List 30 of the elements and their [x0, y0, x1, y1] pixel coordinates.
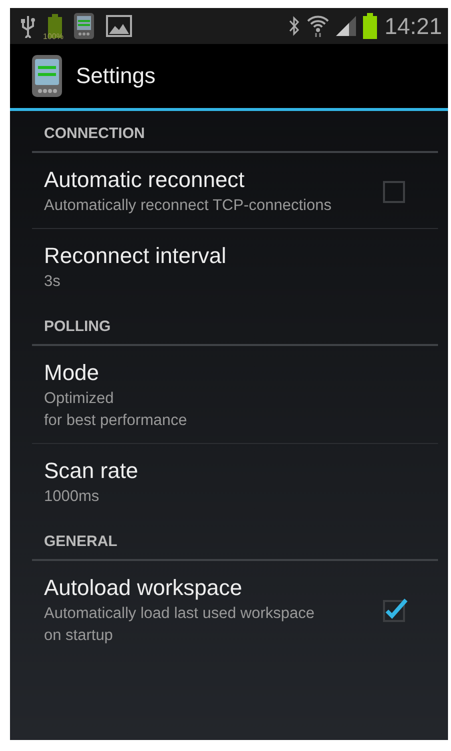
setting-summary: 3s: [44, 272, 62, 292]
app-notification-icon: [74, 13, 94, 39]
category-header: GENERAL: [32, 519, 438, 561]
category-header: POLLING: [32, 304, 438, 346]
settings-item[interactable]: Reconnect interval 3s: [32, 229, 438, 304]
setting-title: Reconnect interval: [44, 242, 228, 270]
checkbox[interactable]: [382, 178, 408, 204]
setting-title: Mode: [44, 359, 100, 387]
setting-title: Automatic reconnect: [44, 166, 246, 194]
image-icon: [106, 15, 132, 37]
category-header: CONNECTION: [32, 111, 438, 153]
settings-item[interactable]: Automatic reconnect Automatically reconnect TCP-connections: [32, 153, 438, 229]
setting-title: Autoload workspace: [44, 574, 244, 602]
usb-icon: [20, 14, 36, 38]
battery-icon: [363, 13, 378, 39]
setting-title: Scan rate: [44, 457, 140, 485]
setting-summary: Automatically reconnect TCP-connections: [44, 196, 332, 216]
settings-item[interactable]: Autoload workspace Automatically load last used workspace on startup: [32, 561, 438, 658]
settings-item[interactable]: Scan rate 1000ms: [32, 444, 438, 519]
wifi-icon: [307, 15, 330, 37]
checked-checkbox[interactable]: [382, 597, 408, 623]
setting-summary: 1000ms: [44, 487, 100, 507]
signal-icon: [336, 16, 356, 36]
bluetooth-icon: [288, 15, 300, 37]
setting-summary: Optimized for best performance: [44, 389, 188, 431]
settings-item[interactable]: Mode Optimized for best performance: [32, 346, 438, 444]
clock-time: 14:21: [384, 12, 442, 40]
app-icon[interactable]: [32, 55, 62, 97]
setting-summary: Automatically load last used workspace on startup: [44, 604, 316, 646]
screen-title: Settings: [76, 63, 156, 89]
